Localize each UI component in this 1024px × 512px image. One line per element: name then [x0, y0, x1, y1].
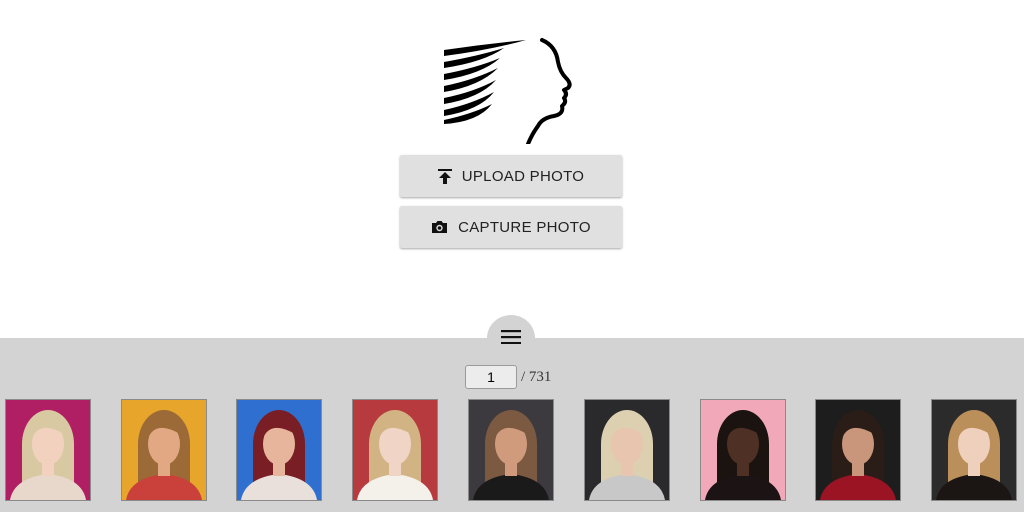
gallery-thumbnail[interactable]	[121, 399, 207, 501]
page-number-input[interactable]	[465, 365, 517, 389]
face-profile-logo	[444, 38, 572, 144]
thumbnail-strip	[0, 399, 1024, 501]
gallery-thumbnail[interactable]	[468, 399, 554, 501]
gallery-thumbnail[interactable]	[5, 399, 91, 501]
capture-photo-button[interactable]: CAPTURE PHOTO	[400, 206, 622, 248]
gallery-thumbnail[interactable]	[352, 399, 438, 501]
camera-icon	[431, 220, 448, 234]
hamburger-menu-icon	[501, 330, 521, 344]
pagination: / 731	[465, 364, 551, 390]
gallery-thumbnail[interactable]	[931, 399, 1017, 501]
upload-photo-button[interactable]: UPLOAD PHOTO	[400, 155, 622, 197]
gallery-thumbnail[interactable]	[815, 399, 901, 501]
gallery-thumbnail[interactable]	[584, 399, 670, 501]
page-total: / 731	[521, 368, 552, 385]
upload-photo-label: UPLOAD PHOTO	[461, 167, 585, 185]
drawer-toggle[interactable]	[487, 315, 535, 361]
upload-icon	[437, 168, 452, 184]
gallery-thumbnail[interactable]	[236, 399, 322, 501]
capture-photo-label: CAPTURE PHOTO	[458, 218, 591, 236]
gallery-thumbnail[interactable]	[700, 399, 786, 501]
